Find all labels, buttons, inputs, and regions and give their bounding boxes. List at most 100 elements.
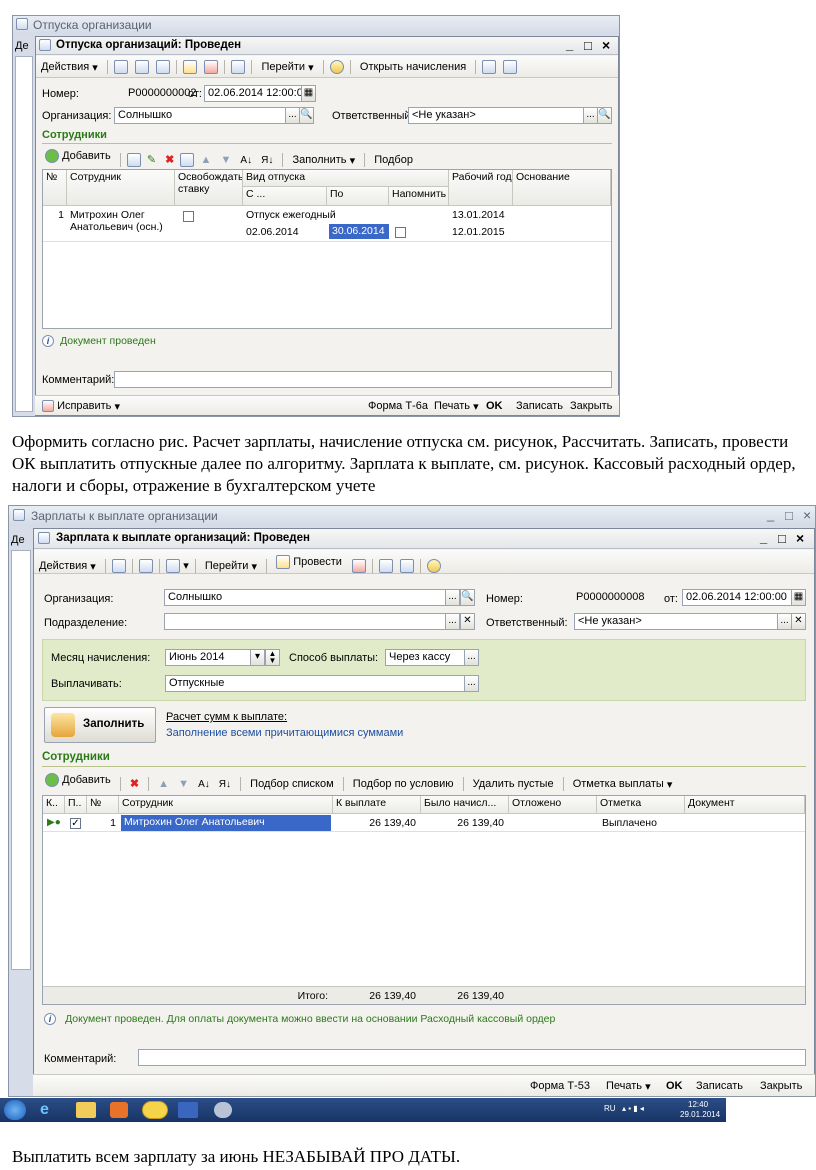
free-rate-checkbox[interactable] <box>183 210 194 222</box>
col-from-header[interactable]: С ... <box>243 187 327 206</box>
sort-desc-icon[interactable]: Я↓ <box>258 152 276 170</box>
print-menu[interactable]: Печать ▾ <box>431 397 482 415</box>
row-employee[interactable]: Митрохин Олег Анатольевич (осн.) <box>67 208 175 234</box>
form-t53-button[interactable]: Форма Т-53 <box>527 1077 593 1095</box>
resp-clear-icon[interactable]: ✕ <box>791 613 806 630</box>
clock-date[interactable]: 29.01.2014 <box>680 1110 720 1119</box>
copy-row-icon[interactable] <box>126 153 141 168</box>
table-row[interactable]: ▶● ✓ 1 Митрохин Олег Анатольевич 26 139,… <box>43 814 805 832</box>
maximize-button[interactable]: □ <box>584 38 592 53</box>
org-select-button[interactable]: ... <box>445 589 460 606</box>
start-button[interactable] <box>4 1100 26 1120</box>
resp-search-icon[interactable]: 🔍 <box>597 107 612 124</box>
post-button[interactable]: Провести <box>273 553 345 571</box>
row-to-pay[interactable]: 26 139,40 <box>333 816 419 830</box>
pick-button[interactable]: Подбор <box>371 151 416 169</box>
col-leave-type-header[interactable]: Вид отпуска <box>243 170 449 187</box>
word-icon[interactable] <box>178 1102 198 1118</box>
resp-select-button[interactable]: ... <box>777 613 792 630</box>
method-select-button[interactable]: ... <box>464 649 479 666</box>
sort-asc-icon[interactable]: А↓ <box>195 776 213 794</box>
outer-maximize-button[interactable]: □ <box>785 508 793 523</box>
based-on-icon[interactable] <box>231 60 246 75</box>
org-field[interactable]: Солнышко <box>164 589 446 606</box>
fill-menu[interactable]: Заполнить ▾ <box>290 151 359 169</box>
end-edit-icon[interactable] <box>180 153 195 168</box>
add-row-button[interactable]: Добавить <box>42 771 114 789</box>
col-free-rate-header[interactable]: Освобождать ставку <box>175 170 243 206</box>
close-button[interactable]: × <box>602 37 610 53</box>
print-menu[interactable]: Печать ▾ <box>603 1077 654 1095</box>
goto-menu[interactable]: Перейти ▾ <box>202 557 260 575</box>
row-employee[interactable]: Митрохин Олег Анатольевич <box>121 815 331 831</box>
save-button[interactable]: Записать <box>513 397 566 415</box>
month-stepper[interactable]: ▲ ▼ <box>265 649 280 666</box>
col-num-header[interactable]: № <box>87 796 119 814</box>
org-field[interactable]: Солнышко <box>114 107 286 124</box>
close-button[interactable]: × <box>796 530 804 546</box>
minimize-button[interactable]: _ <box>566 37 573 52</box>
explorer-icon[interactable] <box>76 1102 96 1118</box>
calc-sums-link[interactable]: Расчет сумм к выплате: <box>166 711 287 723</box>
delete-row-icon[interactable]: ✖ <box>162 151 177 169</box>
media-player-icon[interactable] <box>110 1102 128 1118</box>
row-from-date[interactable]: 02.06.2014 <box>243 225 327 239</box>
method-field[interactable]: Через кассу <box>385 649 465 666</box>
date-field[interactable]: 02.06.2014 12:00:00 <box>682 589 792 606</box>
1c-icon[interactable] <box>142 1101 168 1119</box>
org-search-icon[interactable]: 🔍 <box>460 589 475 606</box>
resp-field[interactable]: <Не указан> <box>574 613 778 630</box>
fill-button[interactable]: Заполнить <box>44 707 156 743</box>
refresh-icon[interactable] <box>134 60 149 75</box>
resp-field[interactable]: <Не указан> <box>408 107 584 124</box>
structure-icon[interactable] <box>503 60 518 75</box>
row-paid-checkbox[interactable]: ✓ <box>70 817 81 829</box>
edit-row-icon[interactable]: ✎ <box>144 151 159 169</box>
post-icon[interactable] <box>183 60 198 75</box>
col-remind-header[interactable]: Напомнить <box>389 187 449 206</box>
remind-checkbox[interactable] <box>395 226 406 238</box>
col-was-accrued-header[interactable]: Было начисл... <box>421 796 509 814</box>
date-field[interactable]: 02.06.2014 12:00:00 <box>204 85 302 102</box>
form-t6a-button[interactable]: Форма Т-6а <box>365 397 431 415</box>
row-leave-type[interactable]: Отпуск ежегодный <box>243 208 449 222</box>
based-on-icon[interactable] <box>166 559 181 574</box>
move-up-icon[interactable]: ▲ <box>155 775 172 793</box>
col-k-header[interactable]: К.. <box>43 796 65 814</box>
open-accruals-button[interactable]: Открыть начисления <box>357 58 469 76</box>
refresh-icon[interactable] <box>139 559 154 574</box>
org-select-button[interactable]: ... <box>285 107 300 124</box>
help-icon[interactable] <box>427 559 442 574</box>
employees-grid[interactable]: К.. П.. № Сотрудник К выплате Было начис… <box>42 795 806 1005</box>
col-to-header[interactable]: По <box>327 187 389 206</box>
list-icon[interactable] <box>379 559 394 574</box>
list-icon[interactable] <box>482 60 497 75</box>
col-work-year-header[interactable]: Рабочий год <box>449 170 513 206</box>
actions-menu[interactable]: Действия ▾ <box>36 557 99 575</box>
fix-menu[interactable]: Исправить ▾ <box>39 397 123 415</box>
outer-minimize-button[interactable]: _ <box>767 507 774 522</box>
col-employee-header[interactable]: Сотрудник <box>67 170 175 206</box>
dept-field[interactable] <box>164 613 446 630</box>
dept-clear-icon[interactable]: ✕ <box>460 613 475 630</box>
move-down-icon[interactable]: ▼ <box>175 775 192 793</box>
calendar-icon[interactable]: ▦ <box>301 85 316 102</box>
month-field[interactable]: Июнь 2014 <box>165 649 251 666</box>
clock-time[interactable]: 12:40 <box>688 1100 708 1109</box>
ok-button[interactable]: OK <box>483 397 506 415</box>
save-button[interactable]: Записать <box>693 1077 746 1095</box>
save-icon[interactable] <box>111 559 126 574</box>
calendar-icon[interactable]: ▦ <box>791 589 806 606</box>
resp-select-button[interactable]: ... <box>583 107 598 124</box>
minimize-button[interactable]: _ <box>760 530 767 545</box>
col-p-header[interactable]: П.. <box>65 796 87 814</box>
unpost-icon[interactable] <box>351 559 366 574</box>
row-to-date[interactable]: 30.06.2014 <box>329 224 389 239</box>
mark-payment-menu[interactable]: Отметка выплаты ▾ <box>570 775 676 793</box>
help-icon[interactable] <box>329 60 344 75</box>
close-document-button[interactable]: Закрыть <box>757 1077 805 1095</box>
comment-field[interactable] <box>114 371 612 388</box>
save-icon[interactable] <box>113 60 128 75</box>
month-dropdown-button[interactable]: ▾ <box>250 649 265 666</box>
col-num-header[interactable]: № <box>43 170 67 206</box>
